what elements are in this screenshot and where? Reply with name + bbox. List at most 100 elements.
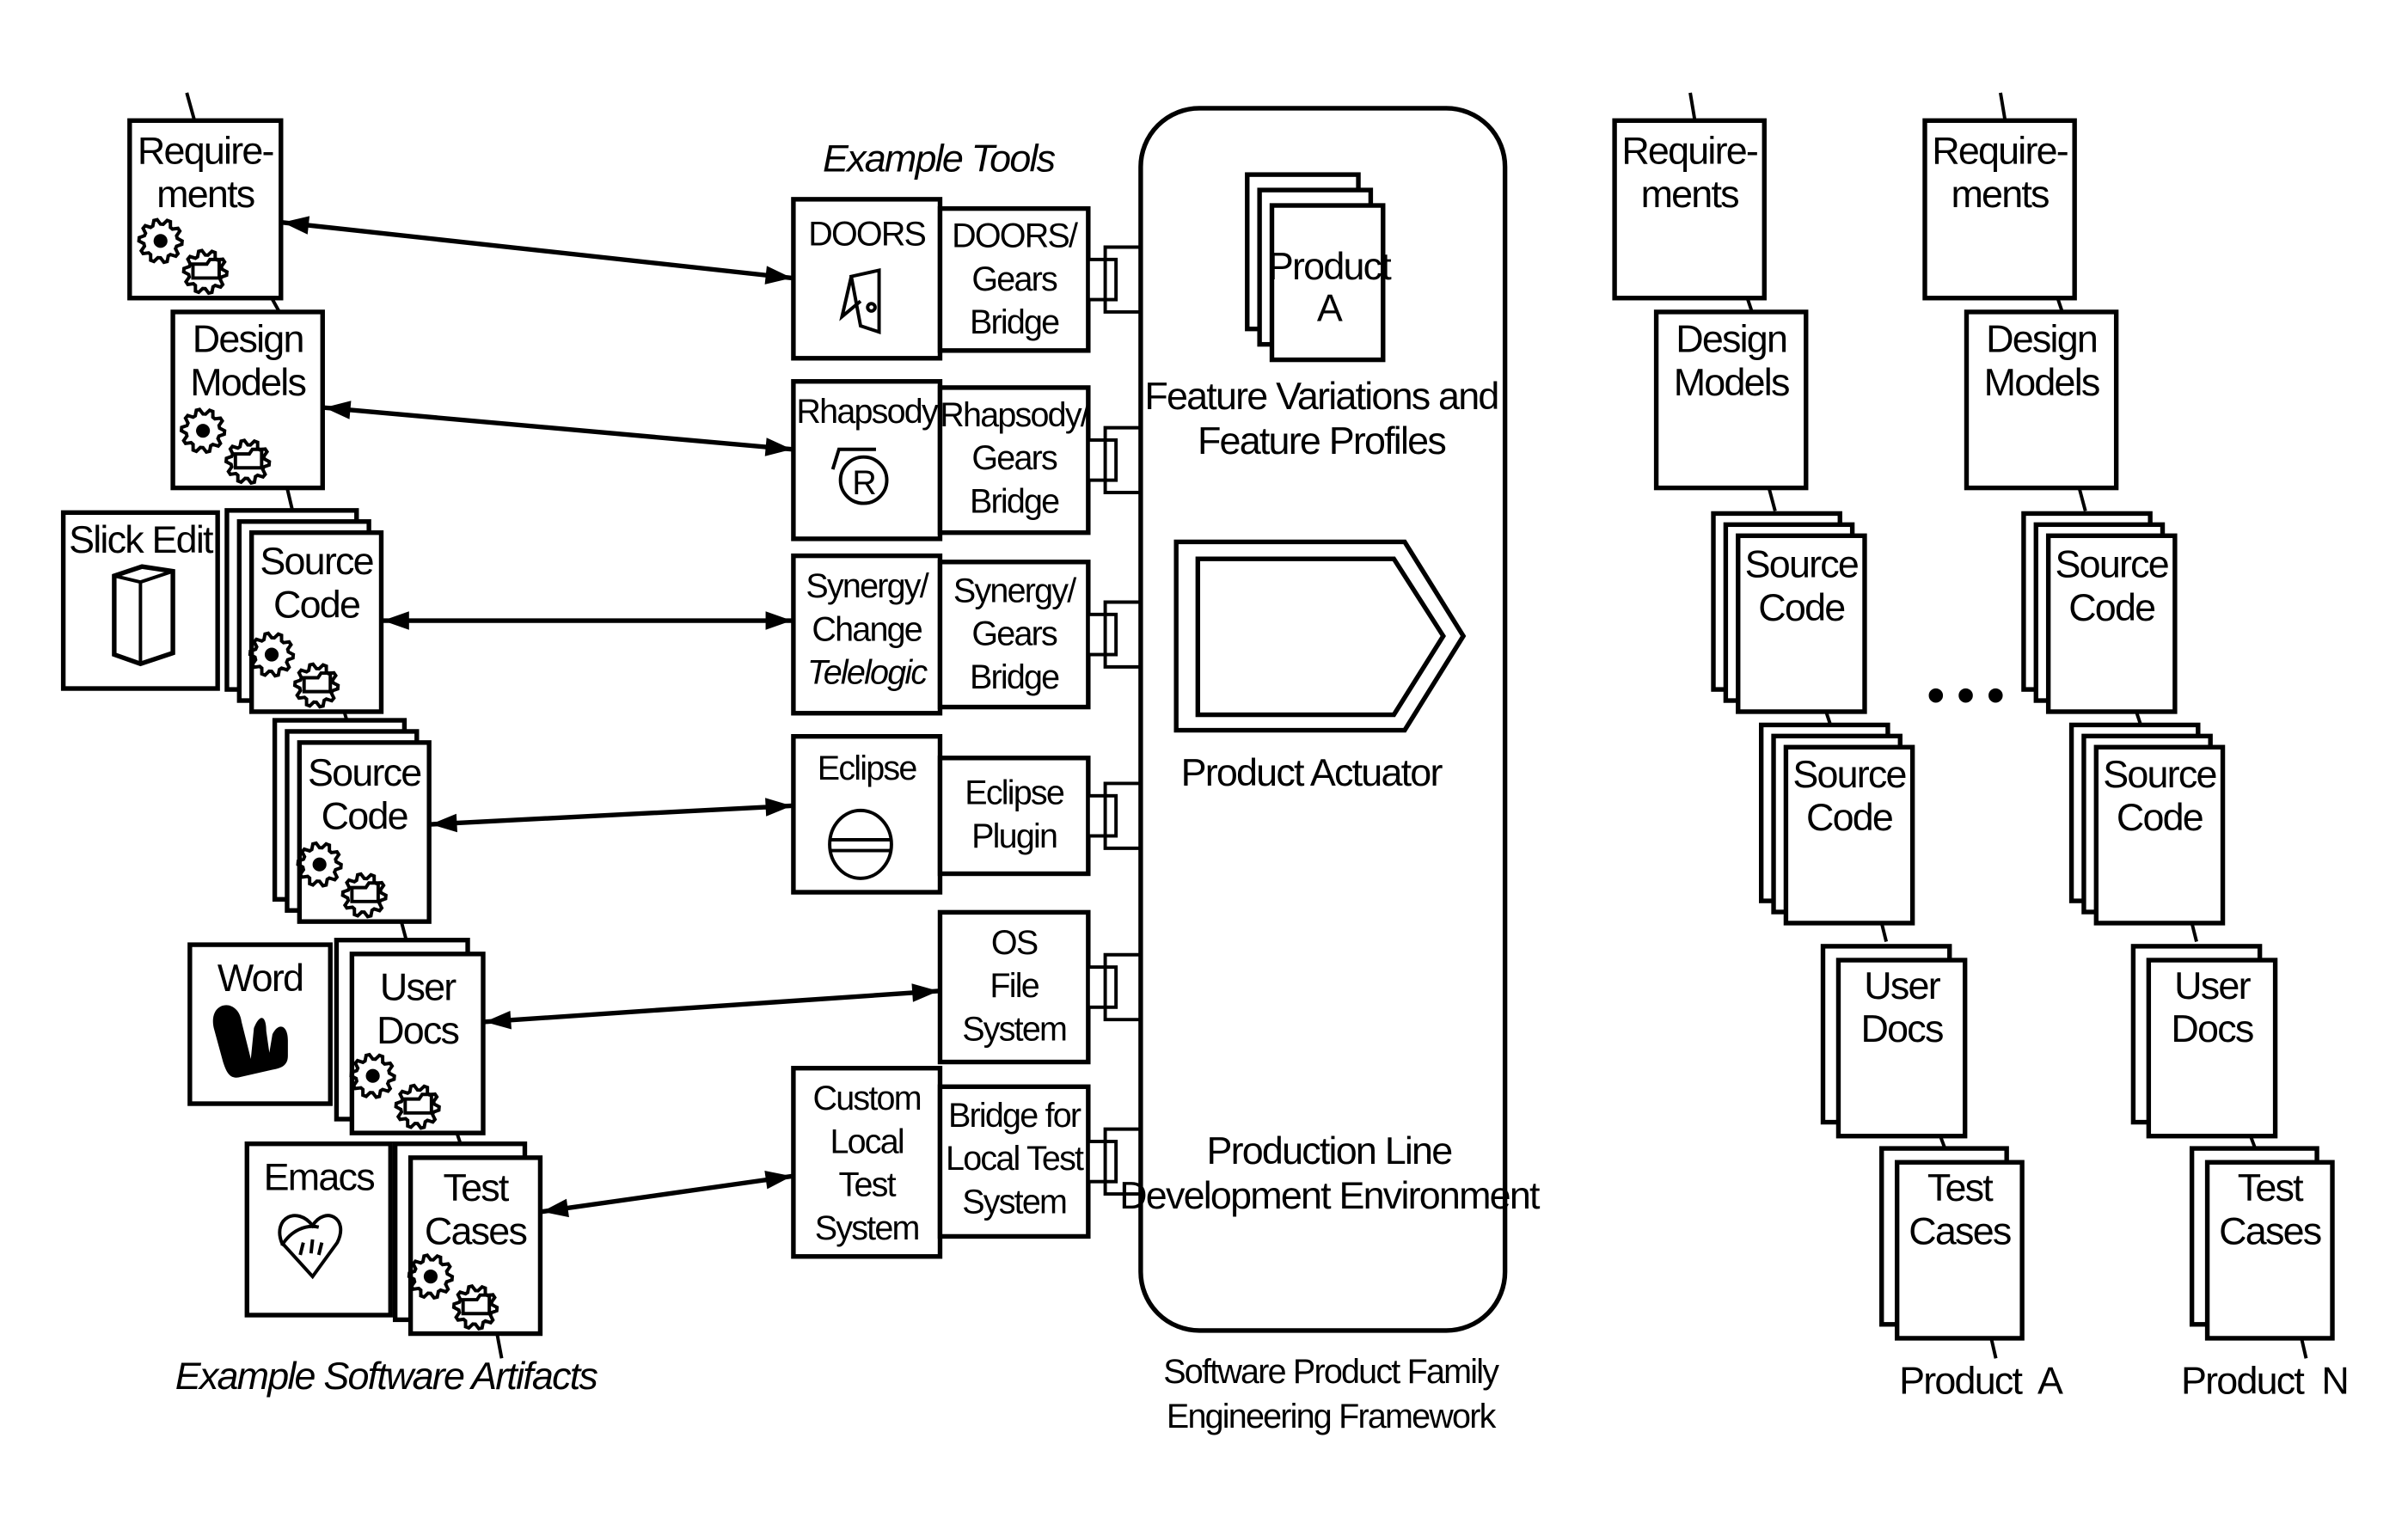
product-artifact-label-line-1: Require-	[1932, 129, 2068, 173]
artifact-label-source-code-2-line-2: Code	[322, 793, 407, 837]
product-artifact-label-line-1: Source	[1792, 752, 1905, 796]
plug-body	[1086, 438, 1118, 482]
artifact-label-design-models-line-1: Design	[193, 317, 303, 361]
product-artifact-label-line-1: Require-	[1621, 129, 1757, 173]
plug-body	[1086, 1140, 1118, 1184]
product-artifact: UserDocs	[2130, 944, 2278, 1139]
gear-hub-icon	[312, 857, 327, 872]
bridge-label-os-file-system-line-3: System	[962, 1010, 1066, 1048]
artifact-user-docs: UserDocs	[334, 938, 486, 1135]
product-artifact: SourceCode	[2021, 511, 2178, 714]
ellipsis: • • •	[1927, 666, 2003, 725]
arrow-source-eclipse	[430, 798, 793, 833]
product-artifact: Require-ments	[1922, 118, 2077, 301]
product-artifact-label-line-2: Code	[1758, 585, 1844, 629]
product-link-line	[1999, 92, 2007, 121]
framework-group: ProductA Feature Variations andFeature Pr…	[1119, 106, 1542, 1333]
product-artifact-label-line-1: Design	[1676, 317, 1786, 361]
product-artifact: TestCases	[1879, 1146, 2025, 1341]
artifact-label-requirements-line-1: Require-	[138, 129, 273, 173]
product-actuator-inner	[1195, 556, 1446, 718]
artifact-requirements: Require-ments	[127, 118, 284, 301]
artifact-label-test-cases-line-2: Cases	[425, 1209, 527, 1252]
plug-body	[1086, 965, 1118, 1009]
editor-label-word: Word	[218, 956, 303, 1000]
artifact-label-source-code-1-line-1: Source	[260, 539, 372, 583]
product-label: Product A	[1899, 1359, 2063, 1403]
artifact-link-line	[185, 92, 197, 121]
product-artifact: Require-ments	[1612, 118, 1767, 301]
registered-letter: R	[852, 464, 875, 502]
gear-hub-icon	[365, 1068, 380, 1083]
artifact-label-requirements-line-2: ments	[156, 172, 254, 216]
connector-plug-icon	[1086, 952, 1141, 1022]
editor-label-slick-edit: Slick Edit	[69, 517, 214, 561]
editor-word: Word	[187, 942, 333, 1106]
product-artifact-label-line-1: Design	[1986, 317, 2097, 361]
editor-slick-edit: Slick Edit	[60, 510, 220, 691]
artifact-label-design-models-line-2: Models	[190, 360, 305, 404]
arrow-shaft	[430, 803, 793, 827]
bridge-label-custom-test-line-2: Local Test	[946, 1140, 1084, 1178]
arrowhead	[765, 611, 793, 630]
artifact-label-test-cases-line-1: Test	[443, 1166, 509, 1209]
example-tools-caption: Example Tools	[823, 137, 1056, 181]
gear-hub-icon	[153, 234, 168, 248]
arrow-shaft	[323, 405, 793, 452]
arrow-shaft	[484, 988, 939, 1025]
tool-row-custom-test: Custom Local Test System Bridge for Local Tes…	[791, 1066, 1141, 1259]
tool-row-rhapsody: Rhapsody R Rhapsody/Gears Bridge	[791, 379, 1141, 542]
plug-body	[1086, 257, 1118, 302]
product-stack-label-line-1: Product	[1268, 244, 1392, 288]
product-link-line	[1879, 922, 1889, 942]
arrow-source-synergy	[383, 611, 793, 630]
bridge-label-synergy-line-1: Synergy/	[953, 572, 1076, 609]
gear-hub-icon	[196, 424, 211, 438]
product-artifact-label-line-2: ments	[1641, 172, 1739, 216]
product-artifact: DesignModels	[1964, 309, 2119, 491]
bridge-label-os-file-system-line-2: File	[990, 967, 1039, 1005]
product-artifact: TestCases	[2189, 1146, 2335, 1341]
product-actuator-label: Product Actuator	[1181, 750, 1443, 794]
connector-plug-icon	[1086, 600, 1141, 669]
arrow-testcases-custom	[541, 1171, 793, 1218]
environment-label-line-2: Development Environment	[1119, 1173, 1541, 1217]
environment-label-line-1: Production Line	[1206, 1129, 1451, 1172]
product-link-line	[2190, 922, 2198, 942]
artifact-label-user-docs-line-2: Docs	[377, 1008, 458, 1052]
arrowhead	[764, 266, 793, 285]
arrow-userdocs-osfs	[484, 983, 939, 1030]
product-artifact-label-line-1: Source	[2056, 542, 2168, 586]
product-artifact-label-line-1: Source	[1745, 542, 1858, 586]
product-artifact: UserDocs	[1820, 944, 1968, 1139]
tool-label-synergy-line-1: Synergy/	[806, 567, 928, 605]
product-artifact-label-line-2: Models	[1984, 360, 2099, 404]
tool-label-synergy-line-3: Telelogic	[807, 654, 928, 692]
editor-emacs: Emacs	[244, 1141, 393, 1318]
bridge-label-rhapsody-line-2: Gears	[971, 439, 1057, 477]
product-line-diagram: ProductA Feature Variations andFeature Pr…	[60, 92, 2350, 1435]
product-artifact-label-line-2: ments	[1951, 172, 2049, 216]
tool-label-rhapsody-line-1: Rhapsody	[796, 393, 939, 431]
feature-label-line-2: Feature Profiles	[1198, 419, 1445, 462]
artifact-test-cases: TestCases	[392, 1141, 543, 1337]
product-artifact: SourceCode	[2068, 722, 2226, 926]
gear-hub-icon	[423, 1270, 438, 1284]
tool-label-custom-test-line-3: Test	[839, 1166, 897, 1204]
product-artifact-label-line-2: Cases	[2219, 1209, 2321, 1252]
bridge-label-doors-line-1: DOORS/	[952, 217, 1078, 255]
product-link-line	[2077, 487, 2087, 512]
tool-row-synergy: Synergy/Change Telelogic Synergy/Gears Brid…	[791, 553, 1141, 716]
artifact-source-code-1: SourceCode	[224, 508, 384, 714]
bridge-label-rhapsody-line-1: Rhapsody/	[940, 396, 1090, 434]
arrowhead	[282, 216, 310, 235]
product-link-line	[2300, 1337, 2308, 1359]
bridge-label-rhapsody-line-3: Bridge	[970, 482, 1059, 520]
product-artifact-label-line-2: Code	[2117, 795, 2203, 839]
tool-label-doors-line-1: DOORS	[808, 216, 925, 254]
product-link-line	[1989, 1337, 1998, 1359]
product-artifact-label-line-2: Code	[1806, 795, 1892, 839]
product-stack-label-line-2: A	[1317, 286, 1343, 330]
product-artifact-label-line-1: Test	[1927, 1166, 1994, 1209]
products-group: Require-mentsDesignModelsSourceCodeSourc…	[1612, 92, 2350, 1403]
